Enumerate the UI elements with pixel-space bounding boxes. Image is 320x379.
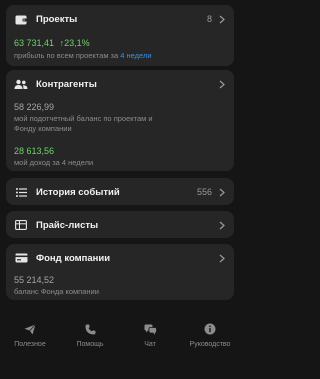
info-icon [203,322,217,336]
projects-count: 8 [206,14,212,24]
projects-delta: ↑23,1% [59,38,90,48]
tab-useful[interactable]: Полезное [0,322,60,379]
projects-caption: прибыль по всем проектам за 4 недели [14,51,226,61]
chat-icon [143,322,157,336]
tab-chat-label: Чат [144,341,156,348]
chevron-right-icon [218,220,226,230]
counterparties-income-caption: мой доход за 4 недели [14,158,94,167]
users-icon [14,77,28,91]
pricelists-title: Прайс-листы [36,219,99,231]
price-list-icon [14,218,28,232]
chevron-right-icon [218,79,226,89]
bank-card-icon [14,251,28,265]
tab-useful-label: Полезное [14,341,46,348]
tab-chat[interactable]: Чат [120,322,180,379]
counterparties-header: Контрагенты [14,77,226,91]
projects-caption-text: прибыль по всем проектам за [14,51,121,60]
projects-title: Проекты [36,13,78,25]
counterparties-balance-value: 58 226,99 [14,102,55,112]
fund-card[interactable]: Фонд компании 55 214,52 баланс Фонда ком… [6,244,234,300]
counterparties-income-value: 28 613,56 [14,146,55,156]
projects-amount: 63 731,41 [14,38,55,48]
counterparties-card[interactable]: Контрагенты 58 226,99 мой подотчетный ба… [6,70,234,171]
projects-profit-row: 63 731,41 ↑23,1% [14,38,226,48]
projects-header: Проекты 8 [14,12,226,26]
history-count: 556 [196,187,212,197]
send-icon [23,322,37,336]
balance-caption-line2: Фонду компании [14,123,72,133]
bottom-tab-bar: Полезное Помощь Чат Руководство [0,322,240,379]
tab-help-label: Помощь [76,341,104,348]
phone-icon [83,322,97,336]
history-header: История событий 556 [14,185,226,199]
history-title: История событий [36,186,120,198]
wallet-icon [14,12,28,26]
chevron-right-icon [218,253,226,263]
counterparties-balance-caption: мой подотчетный баланс по проектам и Фон… [14,114,226,133]
chevron-right-icon [218,14,226,24]
projects-card[interactable]: Проекты 8 63 731,41 ↑23,1% прибыль по вс… [6,5,234,66]
list-icon [14,185,28,199]
counterparties-title: Контрагенты [36,78,97,90]
balance-caption-line1: мой подотчетный баланс по проектам и [14,114,153,123]
fund-title: Фонд компании [36,252,111,264]
fund-value: 55 214,52 [14,275,55,285]
tab-guide[interactable]: Руководство [180,322,240,379]
pricelists-card[interactable]: Прайс-листы [6,211,234,238]
history-card[interactable]: История событий 556 [6,178,234,205]
fund-caption: баланс Фонда компании [14,287,99,296]
pricelists-header: Прайс-листы [14,218,226,232]
chevron-right-icon [218,187,226,197]
tab-guide-label: Руководство [189,341,231,348]
fund-header: Фонд компании [14,251,226,265]
tab-help[interactable]: Помощь [60,322,120,379]
period-link[interactable]: 4 недели [120,51,151,60]
